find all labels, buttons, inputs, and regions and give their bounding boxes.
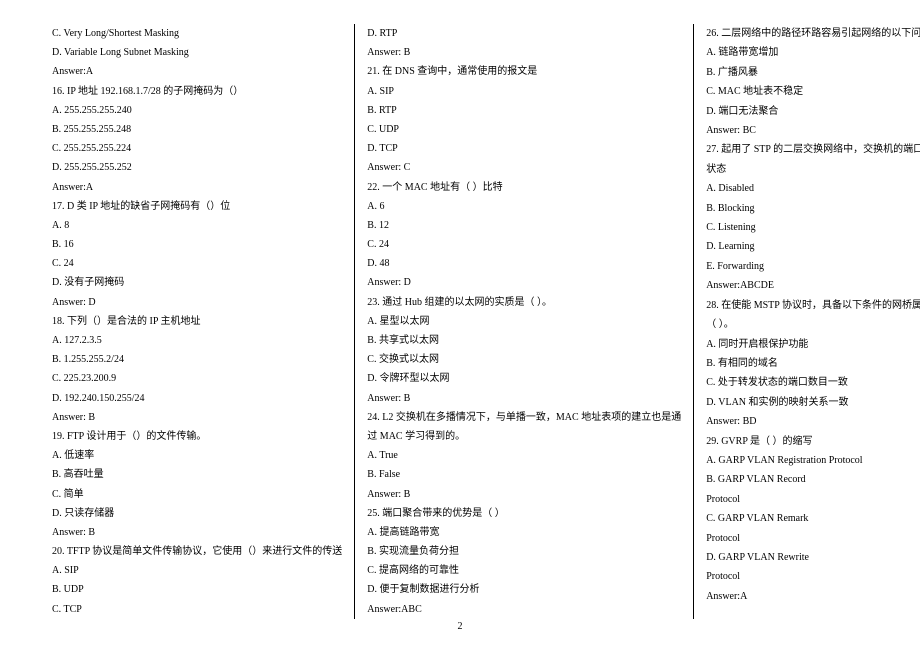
text-line: Protocol <box>706 567 920 586</box>
text-line: B. UDP <box>52 580 342 599</box>
text-line: C. 24 <box>367 235 681 254</box>
text-line: B. 有相同的域名 <box>706 354 920 373</box>
text-line: 24. L2 交换机在多播情况下，与单播一致，MAC 地址表项的建立也是通 <box>367 408 681 427</box>
text-line: C. 提高网络的可靠性 <box>367 561 681 580</box>
document-page: C. Very Long/Shortest MaskingD. Variable… <box>0 0 920 651</box>
page-number: 2 <box>40 621 880 632</box>
text-line: Answer:ABC <box>367 600 681 619</box>
text-line: C. Listening <box>706 218 920 237</box>
text-line: Answer: B <box>52 523 342 542</box>
text-line: B. Blocking <box>706 199 920 218</box>
text-line: A. 链路带宽增加 <box>706 43 920 62</box>
text-line: 18. 下列（）是合法的 IP 主机地址 <box>52 312 342 331</box>
text-line: A. GARP VLAN Registration Protocol <box>706 451 920 470</box>
text-line: B. GARP VLAN Record <box>706 470 920 489</box>
text-line: 25. 端口聚合带来的优势是（ ） <box>367 504 681 523</box>
text-line: 27. 起用了 STP 的二层交换网络中，交换机的端口可能会经历下面哪些 <box>706 140 920 159</box>
text-line: D. Variable Long Subnet Masking <box>52 43 342 62</box>
text-line: Answer:ABCDE <box>706 276 920 295</box>
text-line: D. 只读存储器 <box>52 504 342 523</box>
text-line: B. 255.255.255.248 <box>52 120 342 139</box>
text-line: Answer: D <box>52 293 342 312</box>
text-line: A. 提高链路带宽 <box>367 523 681 542</box>
text-line: A. Disabled <box>706 179 920 198</box>
text-line: 28. 在使能 MSTP 协议时，具备以下条件的网桥属于同一个 MSTP 域 <box>706 296 920 315</box>
text-line: C. Very Long/Shortest Masking <box>52 24 342 43</box>
text-line: Answer: B <box>367 43 681 62</box>
text-line: A. 同时开启根保护功能 <box>706 335 920 354</box>
text-line: C. 简单 <box>52 485 342 504</box>
text-line: C. GARP VLAN Remark <box>706 509 920 528</box>
text-line: A. 8 <box>52 216 342 235</box>
text-line: D. Learning <box>706 237 920 256</box>
text-line: B. 高吞吐量 <box>52 465 342 484</box>
text-line: E. Forwarding <box>706 257 920 276</box>
text-line: D. 端口无法聚合 <box>706 102 920 121</box>
columns-container: C. Very Long/Shortest MaskingD. Variable… <box>40 24 880 619</box>
text-line: B. 1.255.255.2/24 <box>52 350 342 369</box>
text-line: Answer: BD <box>706 412 920 431</box>
text-line: Answer: D <box>367 273 681 292</box>
text-line: C. TCP <box>52 600 342 619</box>
text-line: D. 便于复制数据进行分析 <box>367 580 681 599</box>
text-line: 22. 一个 MAC 地址有（ ）比特 <box>367 178 681 197</box>
text-line: 过 MAC 学习得到的。 <box>367 427 681 446</box>
text-line: Answer: B <box>367 389 681 408</box>
text-line: D. TCP <box>367 139 681 158</box>
text-line: B. 实现流量负荷分担 <box>367 542 681 561</box>
text-line: C. 24 <box>52 254 342 273</box>
text-line: C. MAC 地址表不稳定 <box>706 82 920 101</box>
text-line: D. 没有子网掩码 <box>52 273 342 292</box>
text-line: C. 225.23.200.9 <box>52 369 342 388</box>
text-line: Answer: BC <box>706 121 920 140</box>
text-line: C. UDP <box>367 120 681 139</box>
text-line: D. 192.240.150.255/24 <box>52 389 342 408</box>
text-line: C. 处于转发状态的端口数目一致 <box>706 373 920 392</box>
text-line: A. 6 <box>367 197 681 216</box>
text-line: Answer:A <box>706 587 920 606</box>
text-line: 23. 通过 Hub 组建的以太网的实质是（ ）。 <box>367 293 681 312</box>
text-line: D. RTP <box>367 24 681 43</box>
text-line: Protocol <box>706 490 920 509</box>
text-line: A. SIP <box>52 561 342 580</box>
text-line: B. 广播风暴 <box>706 63 920 82</box>
text-line: 16. IP 地址 192.168.1.7/28 的子网掩码为（） <box>52 82 342 101</box>
text-line: 17. D 类 IP 地址的缺省子网掩码有（）位 <box>52 197 342 216</box>
text-line: D. 255.255.255.252 <box>52 158 342 177</box>
text-line: B. 12 <box>367 216 681 235</box>
text-line: Answer:A <box>52 178 342 197</box>
text-line: D. 48 <box>367 254 681 273</box>
text-line: 21. 在 DNS 查询中，通常使用的报文是 <box>367 62 681 81</box>
text-line: 20. TFTP 协议是简单文件传输协议，它使用（）来进行文件的传送 <box>52 542 342 561</box>
column-1: C. Very Long/Shortest MaskingD. Variable… <box>40 24 355 619</box>
text-line: Answer:A <box>52 62 342 81</box>
text-line: A. 低速率 <box>52 446 342 465</box>
text-line: A. 星型以太网 <box>367 312 681 331</box>
text-line: 状态 <box>706 160 920 179</box>
text-line: D. VLAN 和实例的映射关系一致 <box>706 393 920 412</box>
text-line: Answer: B <box>367 485 681 504</box>
text-line: D. 令牌环型以太网 <box>367 369 681 388</box>
column-3: 26. 二层网络中的路径环路容易引起网络的以下问题（ ）。A. 链路带宽增加B.… <box>694 24 920 619</box>
text-line: B. False <box>367 465 681 484</box>
text-line: A. 127.2.3.5 <box>52 331 342 350</box>
text-line: Answer: C <box>367 158 681 177</box>
text-line: C. 交换式以太网 <box>367 350 681 369</box>
text-line: （ ）。 <box>706 315 920 334</box>
text-line: 29. GVRP 是（ ）的缩写 <box>706 432 920 451</box>
text-line: B. RTP <box>367 101 681 120</box>
text-line: B. 共享式以太网 <box>367 331 681 350</box>
text-line: 19. FTP 设计用于（）的文件传输。 <box>52 427 342 446</box>
text-line: A. 255.255.255.240 <box>52 101 342 120</box>
text-line: Answer: B <box>52 408 342 427</box>
text-line: B. 16 <box>52 235 342 254</box>
column-2: D. RTPAnswer: B21. 在 DNS 查询中，通常使用的报文是A. … <box>355 24 694 619</box>
text-line: D. GARP VLAN Rewrite <box>706 548 920 567</box>
text-line: 26. 二层网络中的路径环路容易引起网络的以下问题（ ）。 <box>706 24 920 43</box>
text-line: A. True <box>367 446 681 465</box>
text-line: C. 255.255.255.224 <box>52 139 342 158</box>
text-line: Protocol <box>706 529 920 548</box>
text-line: A. SIP <box>367 82 681 101</box>
